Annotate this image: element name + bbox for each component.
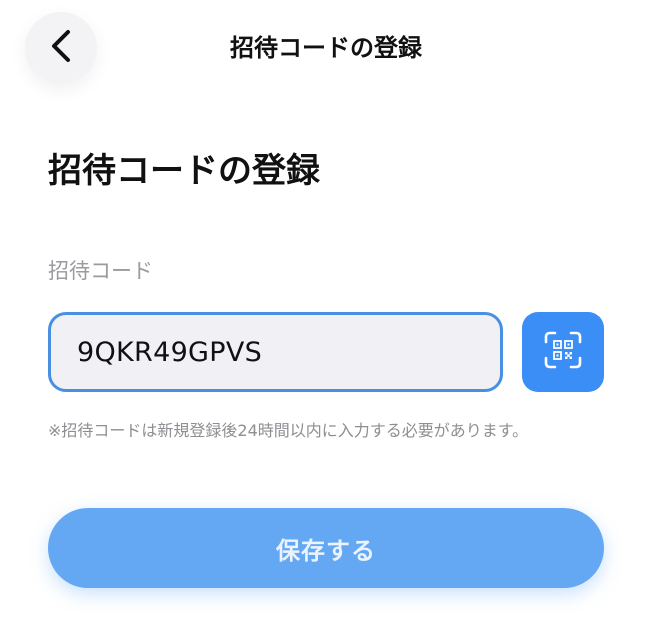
save-button[interactable]: 保存する — [48, 508, 604, 588]
invite-code-input[interactable] — [48, 312, 503, 392]
header-title: 招待コードの登録 — [230, 34, 422, 62]
qr-scan-button[interactable] — [522, 312, 604, 392]
invite-code-page: 招待コードの登録 招待コードの登録 招待コード 9QKR49GPVS ※招待コー… — [0, 0, 652, 630]
page-title: 招待コードの登録 — [48, 151, 320, 191]
invite-code-note: ※招待コードは新規登録後24時間以内に入力する必要があります。 — [48, 421, 529, 440]
invite-code-label: 招待コード — [48, 259, 153, 283]
qr-scan-icon — [543, 330, 583, 374]
